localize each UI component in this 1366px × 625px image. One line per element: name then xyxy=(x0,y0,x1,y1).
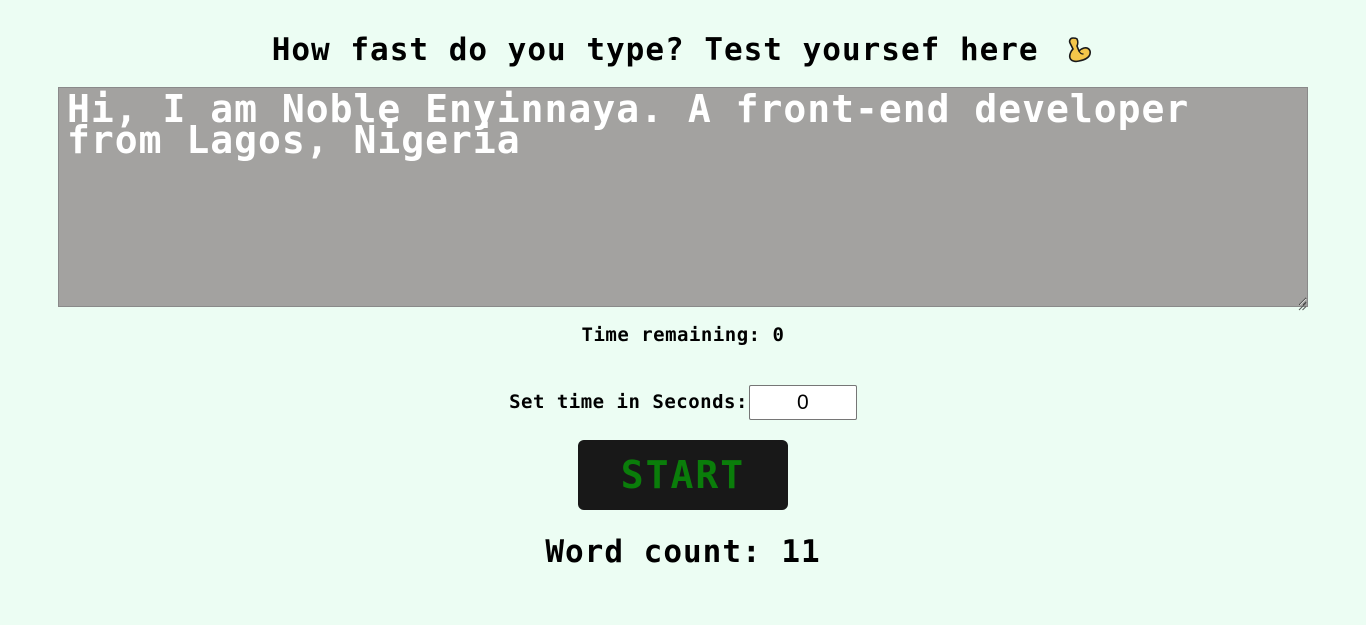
word-count-label: Word count: xyxy=(545,534,762,570)
page-title-text: How fast do you type? Test yoursef here xyxy=(271,32,1039,68)
time-remaining-value: 0 xyxy=(772,324,785,346)
set-time-label: Set time in Seconds: xyxy=(509,391,748,413)
word-count-value: 11 xyxy=(781,534,821,570)
time-remaining: Time remaining: 0 xyxy=(0,322,1366,348)
resize-grip-icon[interactable] xyxy=(1297,296,1307,311)
typing-test-page: How fast do you type? Test yoursef here … xyxy=(0,0,1366,625)
time-remaining-label: Time remaining: xyxy=(581,324,761,346)
start-button[interactable]: START xyxy=(578,440,788,510)
set-time-input[interactable] xyxy=(748,385,857,420)
page-title: How fast do you type? Test yoursef here xyxy=(0,30,1366,70)
typing-textarea[interactable] xyxy=(58,87,1308,307)
word-count: Word count: 11 xyxy=(0,532,1366,572)
flexed-biceps-icon xyxy=(1064,34,1094,64)
set-time-row: Set time in Seconds: xyxy=(0,385,1366,420)
